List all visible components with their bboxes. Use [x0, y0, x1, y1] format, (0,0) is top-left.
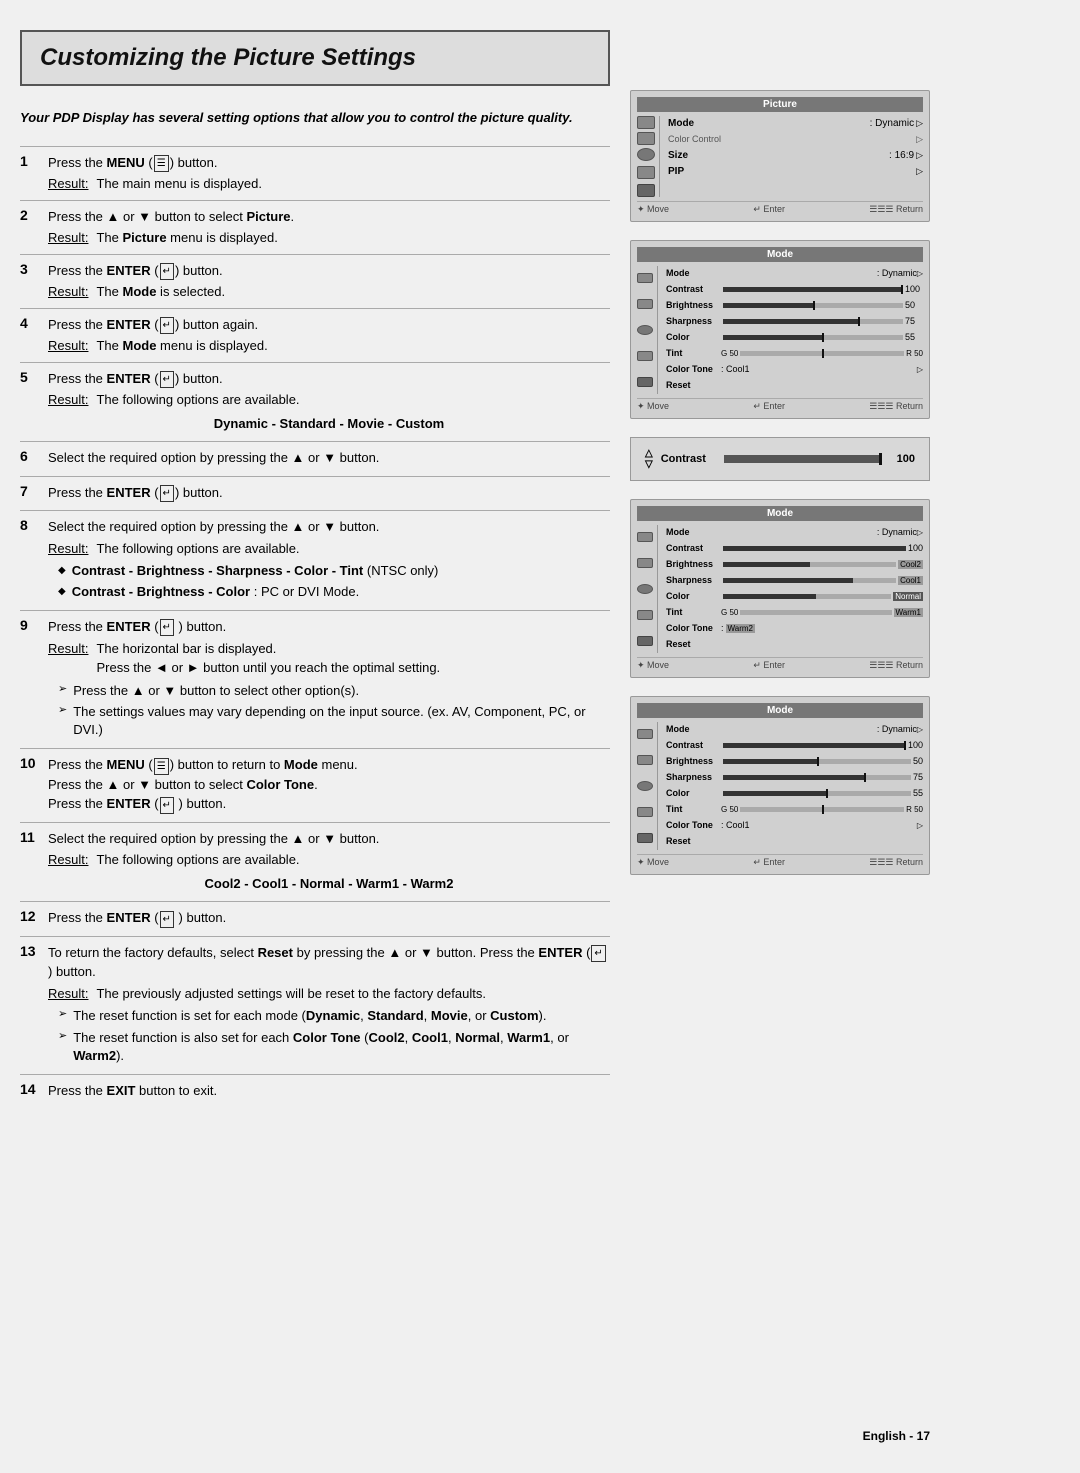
step-num-2: 2 — [20, 207, 48, 223]
step-9: 9 Press the ENTER (↵ ) button. Result: T… — [20, 610, 610, 748]
step-12-content: Press the ENTER (↵ ) button. — [48, 908, 610, 930]
panel2-title: Mode — [637, 247, 923, 262]
english-label: English - 17 — [863, 1429, 930, 1443]
contrast-bar-panel: △ ▽ Contrast 100 — [630, 437, 930, 481]
panel1-title: Picture — [637, 97, 923, 112]
step-num-5: 5 — [20, 369, 48, 385]
step-num-14: 14 — [20, 1081, 48, 1097]
list-item: Press the ▲ or ▼ button to select other … — [58, 682, 610, 700]
step-7-content: Press the ENTER (↵) button. — [48, 483, 610, 505]
step-2: 2 Press the ▲ or ▼ button to select Pict… — [20, 200, 610, 254]
step-num-12: 12 — [20, 908, 48, 924]
step-14-content: Press the EXIT button to exit. — [48, 1081, 610, 1103]
panel2-footer: ✦ Move ↵ Enter ☰☰☰ Return — [637, 398, 923, 412]
step-3: 3 Press the ENTER (↵) button. Result: Th… — [20, 254, 610, 308]
step-num-11: 11 — [20, 829, 48, 845]
step-2-content: Press the ▲ or ▼ button to select Pictur… — [48, 207, 610, 248]
step-1-content: Press the MENU (☰) button. Result: The m… — [48, 153, 610, 194]
step-8: 8 Select the required option by pressing… — [20, 510, 610, 610]
step-num-8: 8 — [20, 517, 48, 533]
step-12: 12 Press the ENTER (↵ ) button. — [20, 901, 610, 936]
step-num-4: 4 — [20, 315, 48, 331]
step-num-9: 9 — [20, 617, 48, 633]
step-4-content: Press the ENTER (↵) button again. Result… — [48, 315, 610, 356]
panel1-icon-3 — [637, 148, 655, 161]
step-5-content: Press the ENTER (↵) button. Result: The … — [48, 369, 610, 436]
step-8-content: Select the required option by pressing t… — [48, 517, 610, 604]
step-11-content: Select the required option by pressing t… — [48, 829, 610, 896]
panel1-footer: ✦ Move ↵ Enter ☰☰☰ Return — [637, 201, 923, 215]
list-item: Contrast - Brightness - Sharpness - Colo… — [58, 562, 610, 580]
panel4-footer: ✦ Move ↵ Enter ☰☰☰ Return — [637, 854, 923, 868]
page-title: Customizing the Picture Settings — [40, 44, 590, 72]
page: Customizing the Picture Settings Your PD… — [0, 0, 1080, 1473]
list-item: The settings values may vary depending o… — [58, 703, 610, 739]
tv-panel-3: Mode Mode : Dynamic ▷ Contrast — [630, 499, 930, 678]
panel1-icon-4 — [637, 166, 655, 179]
list-item: Contrast - Brightness - Color : PC or DV… — [58, 583, 610, 601]
step-3-content: Press the ENTER (↵) button. Result: The … — [48, 261, 610, 302]
list-item: The reset function is set for each mode … — [58, 1007, 610, 1025]
step-11: 11 Select the required option by pressin… — [20, 822, 610, 902]
list-item: The reset function is also set for each … — [58, 1029, 610, 1065]
title-box: Customizing the Picture Settings — [20, 30, 610, 86]
step-7: 7 Press the ENTER (↵) button. — [20, 476, 610, 511]
panel3-footer: ✦ Move ↵ Enter ☰☰☰ Return — [637, 657, 923, 671]
step-num-7: 7 — [20, 483, 48, 499]
step-13-content: To return the factory defaults, select R… — [48, 943, 610, 1068]
step-num-10: 10 — [20, 755, 48, 771]
panel4-title: Mode — [637, 703, 923, 718]
steps-list: 1 Press the MENU (☰) button. Result: The… — [20, 146, 610, 1109]
step-10: 10 Press the MENU (☰) button to return t… — [20, 748, 610, 822]
step-10-content: Press the MENU (☰) button to return to M… — [48, 755, 610, 816]
panel1-icon-2 — [637, 132, 655, 145]
tv-panel-2: Mode Mode : Dynamic ▷ — [630, 240, 930, 419]
step-14: 14 Press the EXIT button to exit. — [20, 1074, 610, 1109]
step-9-content: Press the ENTER (↵ ) button. Result: The… — [48, 617, 610, 742]
step-4: 4 Press the ENTER (↵) button again. Resu… — [20, 308, 610, 362]
step-num-13: 13 — [20, 943, 48, 959]
intro-text: Your PDP Display has several setting opt… — [20, 108, 610, 128]
right-column: Picture Mode : Dynamic ▷ — [630, 30, 930, 1443]
tv-panel-4: Mode Mode : Dynamic ▷ Contrast — [630, 696, 930, 875]
panel1-icon-5 — [637, 184, 655, 197]
step-6-content: Select the required option by pressing t… — [48, 448, 610, 470]
panel3-title: Mode — [637, 506, 923, 521]
left-column: Customizing the Picture Settings Your PD… — [20, 30, 630, 1443]
tv-panel-1: Picture Mode : Dynamic ▷ — [630, 90, 930, 222]
footer-text: English - 17 — [630, 1409, 930, 1443]
step-num-6: 6 — [20, 448, 48, 464]
step-13: 13 To return the factory defaults, selec… — [20, 936, 610, 1074]
step-6: 6 Select the required option by pressing… — [20, 441, 610, 476]
step-num-1: 1 — [20, 153, 48, 169]
panel1-icon-1 — [637, 116, 655, 129]
contrast-value: 100 — [890, 453, 915, 465]
step-num-3: 3 — [20, 261, 48, 277]
step-5: 5 Press the ENTER (↵) button. Result: Th… — [20, 362, 610, 442]
step-1: 1 Press the MENU (☰) button. Result: The… — [20, 146, 610, 200]
